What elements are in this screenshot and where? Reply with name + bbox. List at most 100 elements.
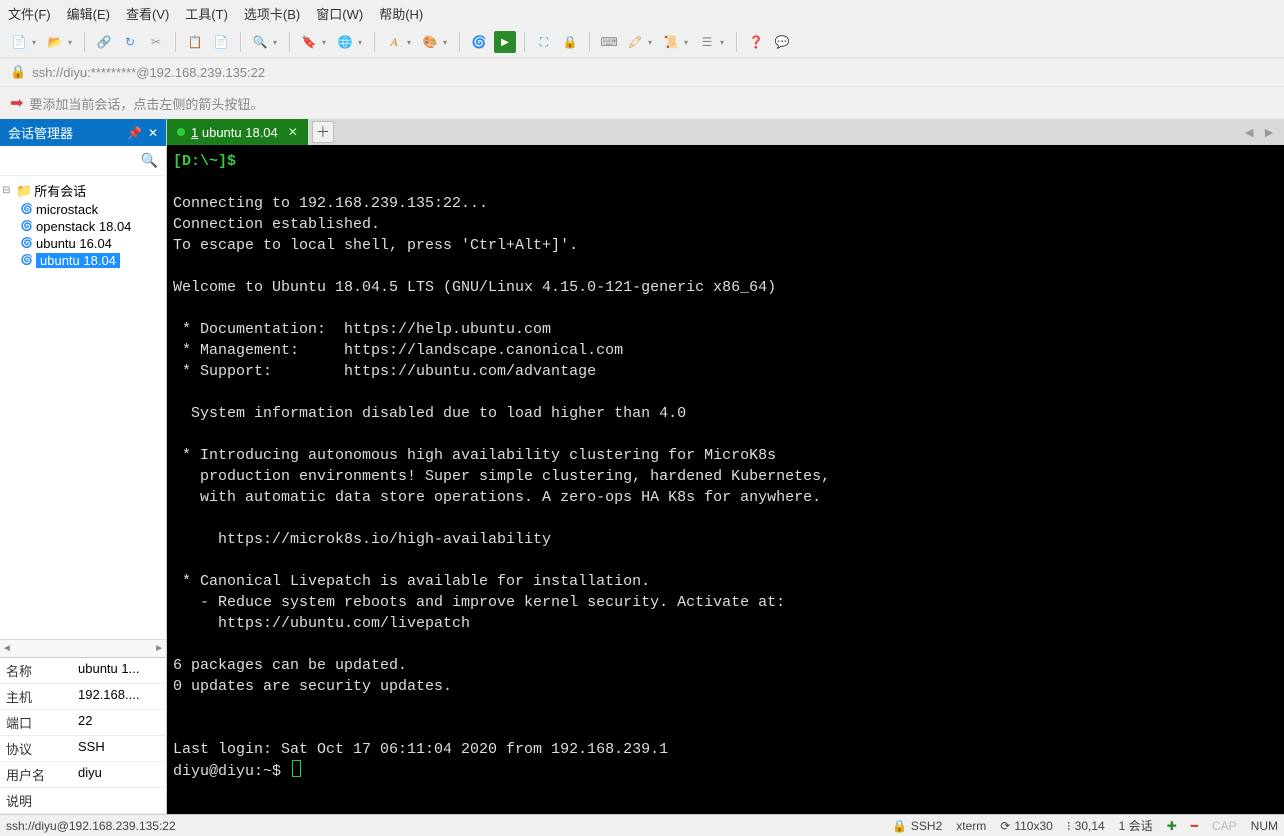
session-tree[interactable]: ⊟ 📁 所有会话 🌀 microstack 🌀 openstack 18.04 … [0, 176, 166, 639]
tab-prev-icon[interactable]: ◄ [1242, 124, 1256, 140]
terminal[interactable]: [D:\~]$ Connecting to 192.168.239.135:22… [167, 145, 1284, 814]
dropdown-icon[interactable]: ▾ [443, 38, 451, 47]
folder-icon: 📁 [16, 183, 32, 199]
toolbar: 📄▾ 📂▾ 🔗 ↻ ✂ 📋 📄 🔍▾ 🔖▾ 🌐▾ A▾ 🎨▾ 🌀 ▶ ⛶ 🔒 ⌨… [0, 27, 1284, 58]
link-icon[interactable]: 🔗 [93, 31, 115, 53]
prop-key: 名称 [0, 658, 72, 683]
status-bar: ssh://diyu@192.168.239.135:22 🔒SSH2 xter… [0, 814, 1284, 836]
session-manager-panel: 会话管理器 📌 ✕ 🔍 ⊟ 📁 所有会话 🌀 microstack 🌀 open… [0, 119, 167, 814]
status-cap: CAP [1212, 819, 1237, 833]
status-connection: ssh://diyu@192.168.239.135:22 [6, 819, 176, 833]
scroll-right-icon[interactable]: ► [154, 643, 164, 654]
paste-icon[interactable]: 📄 [210, 31, 232, 53]
highlighter-icon[interactable]: 🖍 [624, 31, 646, 53]
menu-help[interactable]: 帮助(H) [379, 4, 423, 23]
script-icon[interactable]: 📜 [660, 31, 682, 53]
session-label: microstack [36, 202, 98, 217]
terminal-icon[interactable]: ▶ [494, 31, 516, 53]
dropdown-icon[interactable]: ▾ [720, 38, 728, 47]
prop-row: 说明 [0, 788, 166, 814]
session-icon: 🌀 [20, 238, 34, 249]
prop-value: 192.168.... [72, 684, 166, 709]
hint-bar: ➡ 要添加当前会话，点击左侧的箭头按钮。 [0, 86, 1284, 119]
separator [289, 32, 290, 52]
menu-view[interactable]: 查看(V) [126, 4, 169, 23]
dropdown-icon[interactable]: ▾ [322, 38, 330, 47]
address-bar[interactable]: 🔒 ssh://diyu:*********@192.168.239.135:2… [0, 58, 1284, 86]
tab-close-icon[interactable]: ✕ [288, 125, 298, 139]
session-properties: 名称ubuntu 1... 主机192.168.... 端口22 协议SSH 用… [0, 657, 166, 814]
dropdown-icon[interactable]: ▾ [68, 38, 76, 47]
status-cursor-pos: ⁝ 30,14 [1067, 819, 1105, 833]
close-panel-icon[interactable]: ✕ [148, 126, 158, 140]
tree-root-label: 所有会话 [34, 181, 86, 200]
tab-next-icon[interactable]: ► [1262, 124, 1276, 140]
session-icon: 🌀 [20, 221, 34, 232]
prop-value: 22 [72, 710, 166, 735]
scroll-left-icon[interactable]: ◄ [2, 643, 12, 654]
status-sessions: 1 会话 [1119, 817, 1153, 834]
help-icon[interactable]: ❓ [745, 31, 767, 53]
session-manager-title: 会话管理器 📌 ✕ [0, 119, 166, 146]
prop-key: 端口 [0, 710, 72, 735]
arrow-icon[interactable]: ➡ [10, 93, 23, 113]
spiral-icon[interactable]: 🌀 [468, 31, 490, 53]
prop-key: 用户名 [0, 762, 72, 787]
session-item-ubuntu16[interactable]: 🌀 ubuntu 16.04 [2, 235, 164, 252]
status-num: NUM [1251, 819, 1278, 833]
copy-icon[interactable]: 📋 [184, 31, 206, 53]
new-tab-button[interactable]: ＋ [312, 121, 334, 143]
prop-value [72, 788, 166, 813]
menu-tabs[interactable]: 选项卡(B) [244, 4, 300, 23]
menu-window[interactable]: 窗口(W) [316, 4, 363, 23]
prop-row: 协议SSH [0, 736, 166, 762]
status-minus-icon[interactable]: ━ [1191, 819, 1198, 833]
lock-icon[interactable]: 🔒 [559, 31, 581, 53]
menu-file[interactable]: 文件(F) [8, 4, 51, 23]
prop-value: diyu [72, 762, 166, 787]
tree-root[interactable]: ⊟ 📁 所有会话 [2, 180, 164, 201]
status-plus-icon[interactable]: ✚ [1167, 819, 1177, 833]
dropdown-icon[interactable]: ▾ [273, 38, 281, 47]
collapse-icon[interactable]: ⊟ [2, 185, 14, 196]
horizontal-scrollbar[interactable]: ◄ ► [0, 639, 166, 657]
globe-icon[interactable]: 🌐 [334, 31, 356, 53]
new-session-icon[interactable]: 📄 [8, 31, 30, 53]
menu-tools[interactable]: 工具(T) [185, 4, 228, 23]
dropdown-icon[interactable]: ▾ [684, 38, 692, 47]
session-item-microstack[interactable]: 🌀 microstack [2, 201, 164, 218]
dropdown-icon[interactable]: ▾ [358, 38, 366, 47]
fullscreen-icon[interactable]: ⛶ [533, 31, 555, 53]
menu-edit[interactable]: 编辑(E) [67, 4, 110, 23]
dropdown-icon[interactable]: ▾ [407, 38, 415, 47]
prop-value: ubuntu 1... [72, 658, 166, 683]
dropdown-icon[interactable]: ▾ [32, 38, 40, 47]
session-item-ubuntu18[interactable]: 🌀 ubuntu 18.04 [2, 252, 164, 269]
search-icon[interactable]: 🔍 [249, 31, 271, 53]
session-icon: 🌀 [20, 255, 34, 266]
session-search[interactable]: 🔍 [0, 146, 166, 176]
bookmark-icon[interactable]: 🔖 [298, 31, 320, 53]
keyboard-icon[interactable]: ⌨ [598, 31, 620, 53]
prop-key: 协议 [0, 736, 72, 761]
address-url: ssh://diyu:*********@192.168.239.135:22 [32, 65, 265, 80]
list-icon[interactable]: ☰ [696, 31, 718, 53]
session-label: ubuntu 18.04 [36, 253, 120, 268]
separator [589, 32, 590, 52]
color-icon[interactable]: 🎨 [419, 31, 441, 53]
search-icon[interactable]: 🔍 [137, 150, 162, 171]
pin-icon[interactable]: 📌 [127, 126, 142, 140]
prop-row: 用户名diyu [0, 762, 166, 788]
separator [84, 32, 85, 52]
tab-ubuntu-1804[interactable]: 1 ubuntu 18.04 ✕ [167, 119, 308, 145]
open-folder-icon[interactable]: 📂 [44, 31, 66, 53]
main-area: 会话管理器 📌 ✕ 🔍 ⊟ 📁 所有会话 🌀 microstack 🌀 open… [0, 119, 1284, 814]
chat-icon[interactable]: 💬 [771, 31, 793, 53]
connected-dot-icon [177, 128, 185, 136]
font-icon[interactable]: A [383, 31, 405, 53]
refresh-icon[interactable]: ↻ [119, 31, 141, 53]
separator [459, 32, 460, 52]
session-item-openstack[interactable]: 🌀 openstack 18.04 [2, 218, 164, 235]
disconnect-icon[interactable]: ✂ [145, 31, 167, 53]
dropdown-icon[interactable]: ▾ [648, 38, 656, 47]
